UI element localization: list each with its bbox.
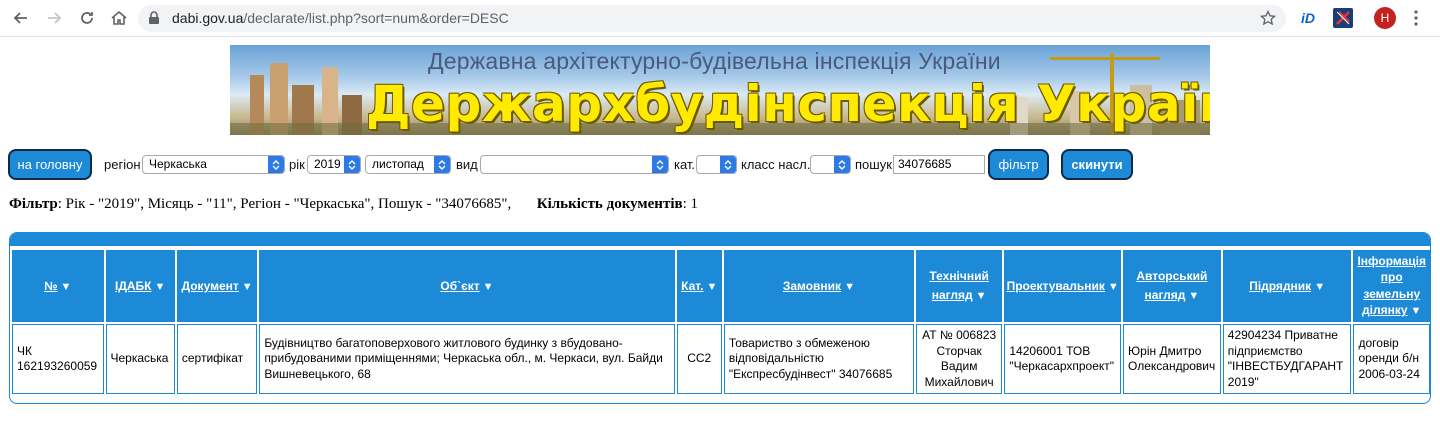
column-header-num[interactable]: № ▼: [12, 250, 104, 322]
filter-summary: Фільтр: Рік - "2019", Місяць - "11", Рег…: [9, 196, 699, 212]
address-bar[interactable]: dabi.gov.ua/declarate/list.php?sort=num&…: [138, 5, 1286, 32]
sort-arrow-icon: ▼: [241, 281, 253, 293]
sort-arrow-icon: ▼: [844, 281, 855, 293]
column-header-tech-supervision[interactable]: Технічний нагляд ▼: [915, 250, 1003, 322]
sort-arrow-icon: ▼: [1314, 281, 1326, 293]
sort-arrow-icon: ▼: [706, 281, 718, 293]
cell-author-supervision: Юрін Дмитро Олександрович: [1123, 324, 1221, 395]
home-icon[interactable]: [108, 7, 130, 29]
extension-id-icon[interactable]: iD: [1298, 8, 1318, 28]
column-header-object[interactable]: Об`єкт ▼: [259, 250, 675, 322]
browser-toolbar: dabi.gov.ua/declarate/list.php?sort=num&…: [0, 0, 1440, 37]
region-label: регіон: [104, 157, 141, 172]
year-select[interactable]: 2019: [307, 155, 361, 174]
cell-contractor: 42904234 Приватне підприємство "ІНВЕСТБУ…: [1222, 324, 1352, 395]
type-label: вид: [456, 157, 478, 172]
cell-document: сертифікат: [176, 324, 258, 395]
sort-arrow-icon: ▼: [1188, 289, 1200, 302]
column-header-land-info[interactable]: Інформація про земельну ділянку ▼: [1353, 250, 1430, 322]
sort-arrow-icon: ▼: [1410, 304, 1422, 317]
search-input[interactable]: 34076685: [893, 155, 985, 174]
forward-icon[interactable]: [43, 7, 65, 29]
cell-customer: Товариство з обмеженою відповідальністю …: [723, 324, 914, 395]
category-label: кат.: [674, 157, 696, 172]
banner-subtitle: Державна архітектурно-будівельна інспекц…: [428, 48, 1001, 74]
cell-tech-supervision: АТ № 006823 Сторчак Вадим Михайлович: [915, 324, 1003, 395]
chevron-updown-icon: [834, 156, 850, 173]
class-select[interactable]: [810, 155, 851, 174]
sort-arrow-icon: ▼: [60, 281, 72, 293]
chevron-updown-icon: [720, 156, 736, 173]
chevron-updown-icon: [434, 156, 450, 173]
search-label: пошук: [855, 157, 892, 172]
reload-icon[interactable]: [76, 7, 98, 29]
reset-button[interactable]: скинути: [1061, 149, 1133, 180]
cell-idabk: Черкаська: [105, 324, 175, 395]
chevron-updown-icon: [344, 156, 360, 173]
sort-arrow-icon: ▼: [1107, 281, 1119, 293]
column-header-designer[interactable]: Проектувальник ▼: [1004, 250, 1122, 322]
column-header-idabk[interactable]: ІДАБК ▼: [105, 250, 175, 322]
cell-category: СС2: [676, 324, 722, 395]
filter-button[interactable]: фільтр: [988, 149, 1049, 180]
column-header-contractor[interactable]: Підрядник ▼: [1222, 250, 1352, 322]
month-select[interactable]: листопад: [365, 155, 451, 174]
url-text: dabi.gov.ua/declarate/list.php?sort=num&…: [172, 10, 509, 26]
chevron-updown-icon: [652, 156, 668, 173]
back-icon[interactable]: [10, 7, 32, 29]
banner-title: Держархбудінспекція України: [366, 75, 1210, 133]
sort-arrow-icon: ▼: [482, 281, 494, 293]
lock-icon: [148, 11, 160, 30]
site-banner: Державна архітектурно-будівельна інспекц…: [230, 45, 1210, 135]
declarations-table: № ▼ ІДАБК ▼ Документ ▼ Об`єкт ▼ Кат. ▼ Замовн…: [9, 232, 1431, 404]
category-select[interactable]: [696, 155, 737, 174]
column-header-category[interactable]: Кат. ▼: [676, 250, 722, 322]
sort-arrow-icon: ▼: [154, 281, 166, 293]
column-header-document[interactable]: Документ ▼: [176, 250, 258, 322]
sort-arrow-icon: ▼: [975, 289, 987, 302]
cell-num: ЧК 162193260059: [12, 324, 104, 395]
browser-menu-icon[interactable]: [1414, 9, 1418, 32]
profile-avatar[interactable]: H: [1374, 7, 1396, 29]
home-button[interactable]: на головну: [8, 149, 92, 180]
year-label: рік: [289, 157, 305, 172]
cell-designer: 14206001 ТОВ "Черкасархпроект": [1004, 324, 1122, 395]
table-header-bar: [10, 233, 1430, 246]
column-header-author-supervision[interactable]: Авторський нагляд ▼: [1123, 250, 1221, 322]
cell-land-info: договір оренди б/н 2006-03-24: [1353, 324, 1430, 395]
table-row: ЧК 162193260059 Черкаська сертифікат Буд…: [12, 324, 1430, 395]
region-select[interactable]: Черкаська: [142, 155, 285, 174]
cell-object: Будівництво багатоповерхового житлового …: [259, 324, 675, 395]
class-label: класс насл.: [741, 157, 811, 172]
extension-flag-icon[interactable]: [1333, 8, 1353, 28]
bookmark-star-icon[interactable]: [1259, 9, 1277, 31]
column-header-customer[interactable]: Замовник ▼: [723, 250, 914, 322]
type-select[interactable]: [480, 155, 669, 174]
table-header-row: № ▼ ІДАБК ▼ Документ ▼ Об`єкт ▼ Кат. ▼ Замовн…: [12, 250, 1430, 322]
chevron-updown-icon: [268, 156, 284, 173]
